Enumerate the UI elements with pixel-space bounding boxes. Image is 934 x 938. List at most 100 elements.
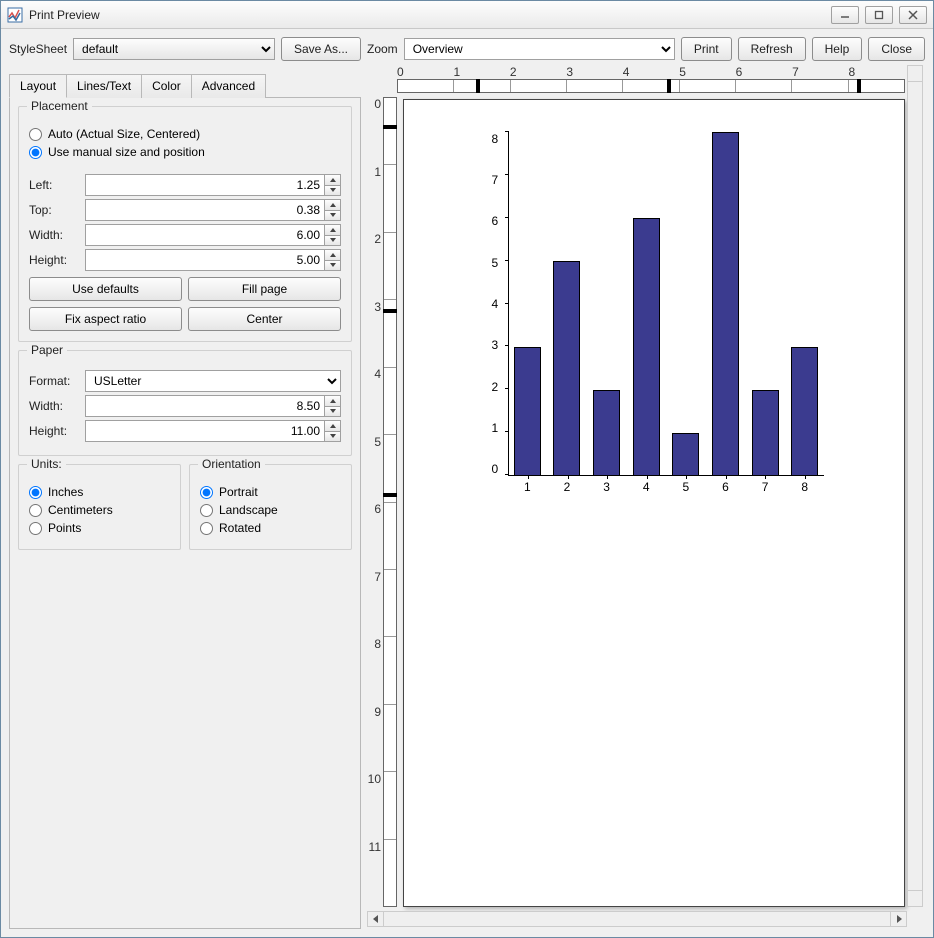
orient-rotated-row[interactable]: Rotated <box>200 521 341 535</box>
units-cm-row[interactable]: Centimeters <box>29 503 170 517</box>
top-spin-up[interactable] <box>325 199 341 210</box>
paper-group: Paper Format: USLetter Width: <box>18 350 352 456</box>
tab-layout[interactable]: Layout <box>9 74 67 98</box>
close-button[interactable] <box>899 6 927 24</box>
units-inches-row[interactable]: Inches <box>29 485 170 499</box>
units-cm-radio[interactable] <box>29 504 42 517</box>
paper-title: Paper <box>27 343 67 357</box>
scroll-left-icon[interactable] <box>368 912 384 926</box>
zoom-label: Zoom <box>367 42 398 56</box>
height-input[interactable] <box>85 249 325 271</box>
chart: 012345678 12345678 <box>478 128 831 494</box>
tabs: Layout Lines/Text Color Advanced <box>9 73 361 97</box>
placement-manual-row[interactable]: Use manual size and position <box>29 145 341 159</box>
help-button[interactable]: Help <box>812 37 863 61</box>
window-controls <box>831 6 927 24</box>
placement-group: Placement Auto (Actual Size, Centered) U… <box>18 106 352 342</box>
paper-width-input[interactable] <box>85 395 325 417</box>
placement-auto-row[interactable]: Auto (Actual Size, Centered) <box>29 127 341 141</box>
orient-portrait-label: Portrait <box>219 485 258 499</box>
paper-format-combo[interactable]: USLetter <box>85 370 341 392</box>
units-points-radio[interactable] <box>29 522 42 535</box>
orient-rotated-label: Rotated <box>219 521 261 535</box>
units-title: Units: <box>27 457 66 471</box>
orient-portrait-row[interactable]: Portrait <box>200 485 341 499</box>
stylesheet-label: StyleSheet <box>9 42 67 56</box>
width-input[interactable] <box>85 224 325 246</box>
fill-page-button[interactable]: Fill page <box>188 277 341 301</box>
width-label: Width: <box>29 228 79 242</box>
left-panel: StyleSheet default Save As... Layout Lin… <box>9 37 361 929</box>
format-label: Format: <box>29 374 79 388</box>
orient-portrait-radio[interactable] <box>200 486 213 499</box>
horizontal-scrollbar[interactable] <box>367 911 907 927</box>
top-spin-down[interactable] <box>325 210 341 222</box>
minimize-button[interactable] <box>831 6 859 24</box>
tab-page-layout: Placement Auto (Actual Size, Centered) U… <box>9 97 361 929</box>
stylesheet-combo[interactable]: default <box>73 38 275 60</box>
width-spin-down[interactable] <box>325 235 341 247</box>
left-input[interactable] <box>85 174 325 196</box>
chart-bars <box>508 132 825 476</box>
paper-height-input[interactable] <box>85 420 325 442</box>
units-inches-radio[interactable] <box>29 486 42 499</box>
units-points-label: Points <box>48 521 81 535</box>
zoom-toolbar: Zoom Overview Print Refresh Help Close <box>367 37 925 61</box>
close-dialog-button[interactable]: Close <box>868 37 925 61</box>
orient-landscape-row[interactable]: Landscape <box>200 503 341 517</box>
placement-manual-radio[interactable] <box>29 146 42 159</box>
top-input[interactable] <box>85 199 325 221</box>
units-points-row[interactable]: Points <box>29 521 170 535</box>
zoom-combo[interactable]: Overview <box>404 38 675 60</box>
orient-landscape-radio[interactable] <box>200 504 213 517</box>
placement-auto-radio[interactable] <box>29 128 42 141</box>
height-spin-down[interactable] <box>325 260 341 272</box>
tab-advanced[interactable]: Advanced <box>191 74 266 98</box>
left-label: Left: <box>29 178 79 192</box>
paper-height-spin-down[interactable] <box>325 431 341 443</box>
width-spin-up[interactable] <box>325 224 341 235</box>
right-panel: Zoom Overview Print Refresh Help Close 0… <box>367 37 925 929</box>
scroll-right-icon[interactable] <box>890 912 906 926</box>
vertical-ruler[interactable]: 01234567891011 <box>367 97 397 907</box>
orient-rotated-radio[interactable] <box>200 522 213 535</box>
app-icon <box>7 7 23 23</box>
save-as-button[interactable]: Save As... <box>281 37 361 61</box>
tab-lines-text[interactable]: Lines/Text <box>66 74 142 98</box>
paper-width-label: Width: <box>29 399 79 413</box>
refresh-button[interactable]: Refresh <box>738 37 806 61</box>
left-spin-up[interactable] <box>325 174 341 185</box>
paper-width-spin-up[interactable] <box>325 395 341 406</box>
orient-landscape-label: Landscape <box>219 503 278 517</box>
titlebar: Print Preview <box>1 1 933 29</box>
page-preview: 012345678 12345678 <box>403 99 905 907</box>
chart-x-labels: 12345678 <box>508 480 825 492</box>
placement-manual-label: Use manual size and position <box>48 145 205 159</box>
chart-y-labels: 012345678 <box>492 132 506 476</box>
height-spin-up[interactable] <box>325 249 341 260</box>
placement-title: Placement <box>27 99 92 113</box>
vertical-scrollbar[interactable] <box>907 65 923 907</box>
placement-auto-label: Auto (Actual Size, Centered) <box>48 127 200 141</box>
orientation-title: Orientation <box>198 457 265 471</box>
client-area: StyleSheet default Save As... Layout Lin… <box>1 29 933 937</box>
maximize-button[interactable] <box>865 6 893 24</box>
fix-aspect-button[interactable]: Fix aspect ratio <box>29 307 182 331</box>
tab-color[interactable]: Color <box>141 74 192 98</box>
scroll-up-icon[interactable] <box>908 66 922 82</box>
top-label: Top: <box>29 203 79 217</box>
window-title: Print Preview <box>29 8 831 22</box>
units-inches-label: Inches <box>48 485 83 499</box>
preview-area: 012345678 01234567891011 012345678 <box>367 65 925 929</box>
paper-height-spin-up[interactable] <box>325 420 341 431</box>
scroll-down-icon[interactable] <box>908 890 922 906</box>
orientation-group: Orientation Portrait Landscape Rotated <box>189 464 352 550</box>
print-preview-window: Print Preview StyleSheet default Save As… <box>0 0 934 938</box>
use-defaults-button[interactable]: Use defaults <box>29 277 182 301</box>
center-button[interactable]: Center <box>188 307 341 331</box>
paper-width-spin-down[interactable] <box>325 406 341 418</box>
horizontal-ruler[interactable]: 012345678 <box>397 65 905 93</box>
paper-height-label: Height: <box>29 424 79 438</box>
left-spin-down[interactable] <box>325 185 341 197</box>
print-button[interactable]: Print <box>681 37 732 61</box>
